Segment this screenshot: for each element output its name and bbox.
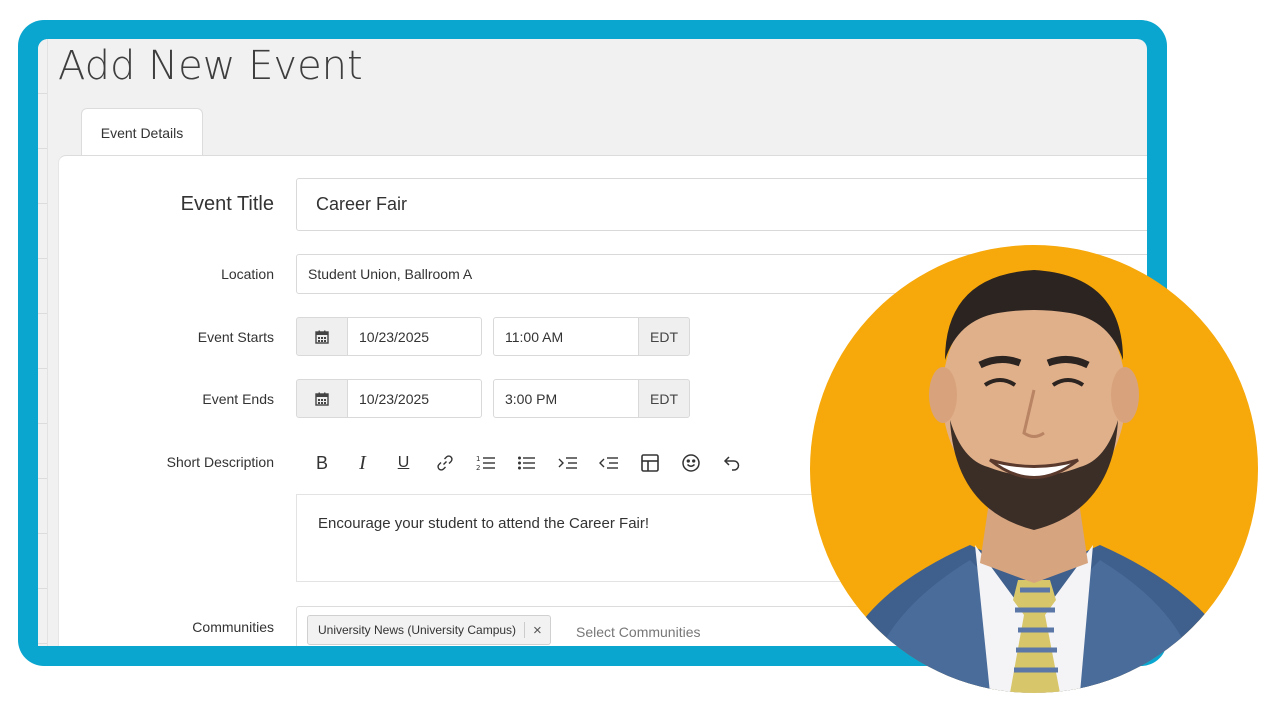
page-title: Add New Event xyxy=(58,43,363,89)
event-starts-label: Event Starts xyxy=(197,329,274,345)
bold-icon[interactable]: B xyxy=(316,450,342,476)
calendar-icon xyxy=(315,330,329,344)
left-edge-strip xyxy=(38,39,48,646)
outdent-icon[interactable] xyxy=(588,450,629,476)
event-ends-calendar-button[interactable] xyxy=(296,379,348,418)
community-chip: University News (University Campus) × xyxy=(307,615,551,645)
event-title-value: Career Fair xyxy=(316,194,408,214)
event-ends-date-input[interactable]: 10/23/2025 xyxy=(347,379,482,418)
avatar xyxy=(810,245,1258,693)
indent-icon[interactable] xyxy=(547,450,588,476)
close-icon[interactable]: × xyxy=(533,623,542,638)
svg-text:1: 1 xyxy=(476,455,480,463)
location-label: Location xyxy=(221,266,274,282)
link-icon[interactable] xyxy=(424,450,465,476)
short-description-label: Short Description xyxy=(166,454,274,470)
communities-placeholder: Select Communities xyxy=(576,624,701,640)
location-value: Student Union, Ballroom A xyxy=(308,266,473,282)
emoji-icon[interactable] xyxy=(670,450,711,476)
portrait-photo xyxy=(840,270,1240,693)
communities-label: Communities xyxy=(192,619,274,635)
short-description-text: Encourage your student to attend the Car… xyxy=(318,515,650,532)
tab-event-details[interactable]: Event Details xyxy=(81,108,203,156)
event-ends-timezone: EDT xyxy=(638,379,690,418)
italic-icon[interactable]: I xyxy=(342,450,383,476)
event-starts-time-input[interactable]: 11:00 AM xyxy=(493,317,639,356)
rich-text-toolbar: B I U 1 2 xyxy=(316,450,752,476)
event-starts-calendar-button[interactable] xyxy=(296,317,348,356)
underline-icon[interactable]: U xyxy=(383,450,424,476)
event-title-label: Event Title xyxy=(180,193,274,215)
calendar-icon xyxy=(315,392,329,406)
event-title-input[interactable]: Career Fair xyxy=(296,178,1147,231)
event-starts-timezone: EDT xyxy=(638,317,690,356)
event-ends-label: Event Ends xyxy=(202,391,274,407)
chip-divider xyxy=(524,622,526,638)
event-ends-time-value: 3:00 PM xyxy=(505,390,558,407)
community-chip-label: University News (University Campus) xyxy=(318,623,517,637)
event-ends-date-value: 10/23/2025 xyxy=(359,390,430,407)
svg-text:2: 2 xyxy=(476,464,480,472)
undo-icon[interactable] xyxy=(711,450,752,476)
table-icon[interactable] xyxy=(629,450,670,476)
event-starts-date-value: 10/23/2025 xyxy=(359,328,430,345)
event-ends-time-input[interactable]: 3:00 PM xyxy=(493,379,639,418)
event-starts-time-value: 11:00 AM xyxy=(505,328,564,345)
event-starts-date-input[interactable]: 10/23/2025 xyxy=(347,317,482,356)
bulleted-list-icon[interactable] xyxy=(506,450,547,476)
numbered-list-icon[interactable]: 1 2 xyxy=(465,450,506,476)
